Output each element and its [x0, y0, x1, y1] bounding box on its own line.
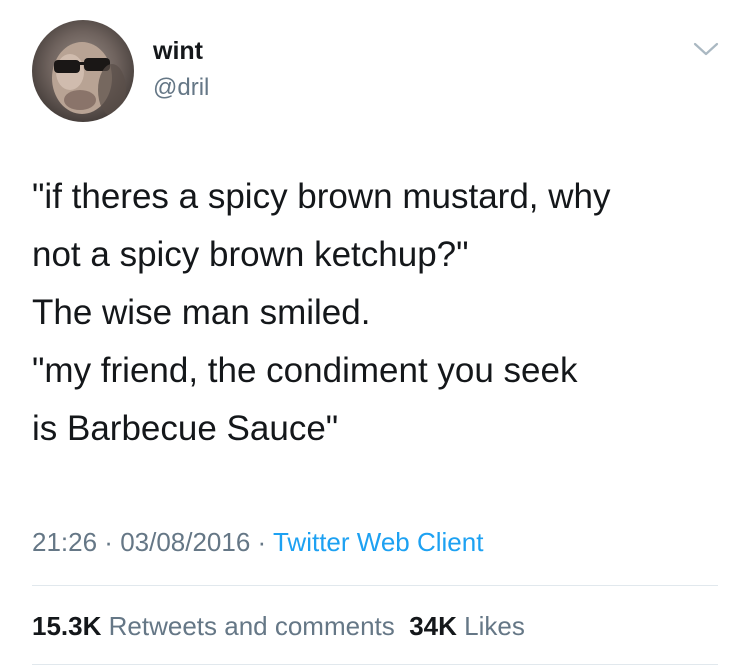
avatar-image	[52, 42, 126, 116]
divider	[32, 585, 718, 586]
retweets-label: Retweets and comments	[108, 611, 395, 641]
tweet-line: is Barbecue Sauce"	[32, 409, 339, 448]
likes-count: 34K	[409, 611, 457, 641]
meta-separator: ·	[250, 527, 273, 557]
tweet-line: "if theres a spicy brown mustard, why	[32, 177, 611, 216]
tweet-date[interactable]: 03/08/2016	[120, 527, 250, 557]
tweet-text: "if theres a spicy brown mustard, why no…	[32, 168, 722, 458]
likes-label: Likes	[464, 611, 525, 641]
likes-stat[interactable]: 34K Likes	[409, 611, 525, 641]
user-handle[interactable]: @dril	[153, 74, 209, 102]
user-avatar[interactable]	[32, 20, 134, 122]
tweet-client-link[interactable]: Twitter Web Client	[273, 527, 483, 557]
tweet-stats: 15.3K Retweets and comments 34K Likes	[32, 610, 525, 642]
divider	[32, 664, 718, 665]
tweet-card: wint @dril "if theres a spicy brown must…	[0, 0, 735, 671]
display-name[interactable]: wint	[153, 36, 203, 66]
chevron-down-icon[interactable]	[693, 40, 719, 58]
tweet-meta: 21:26 · 03/08/2016 · Twitter Web Client	[32, 526, 483, 558]
retweets-stat[interactable]: 15.3K Retweets and comments	[32, 611, 395, 641]
tweet-line: "my friend, the condiment you seek	[32, 351, 578, 390]
tweet-line: The wise man smiled.	[32, 293, 371, 332]
meta-separator: ·	[97, 527, 121, 557]
retweets-count: 15.3K	[32, 611, 102, 641]
tweet-line: not a spicy brown ketchup?"	[32, 235, 469, 274]
tweet-time[interactable]: 21:26	[32, 527, 97, 557]
